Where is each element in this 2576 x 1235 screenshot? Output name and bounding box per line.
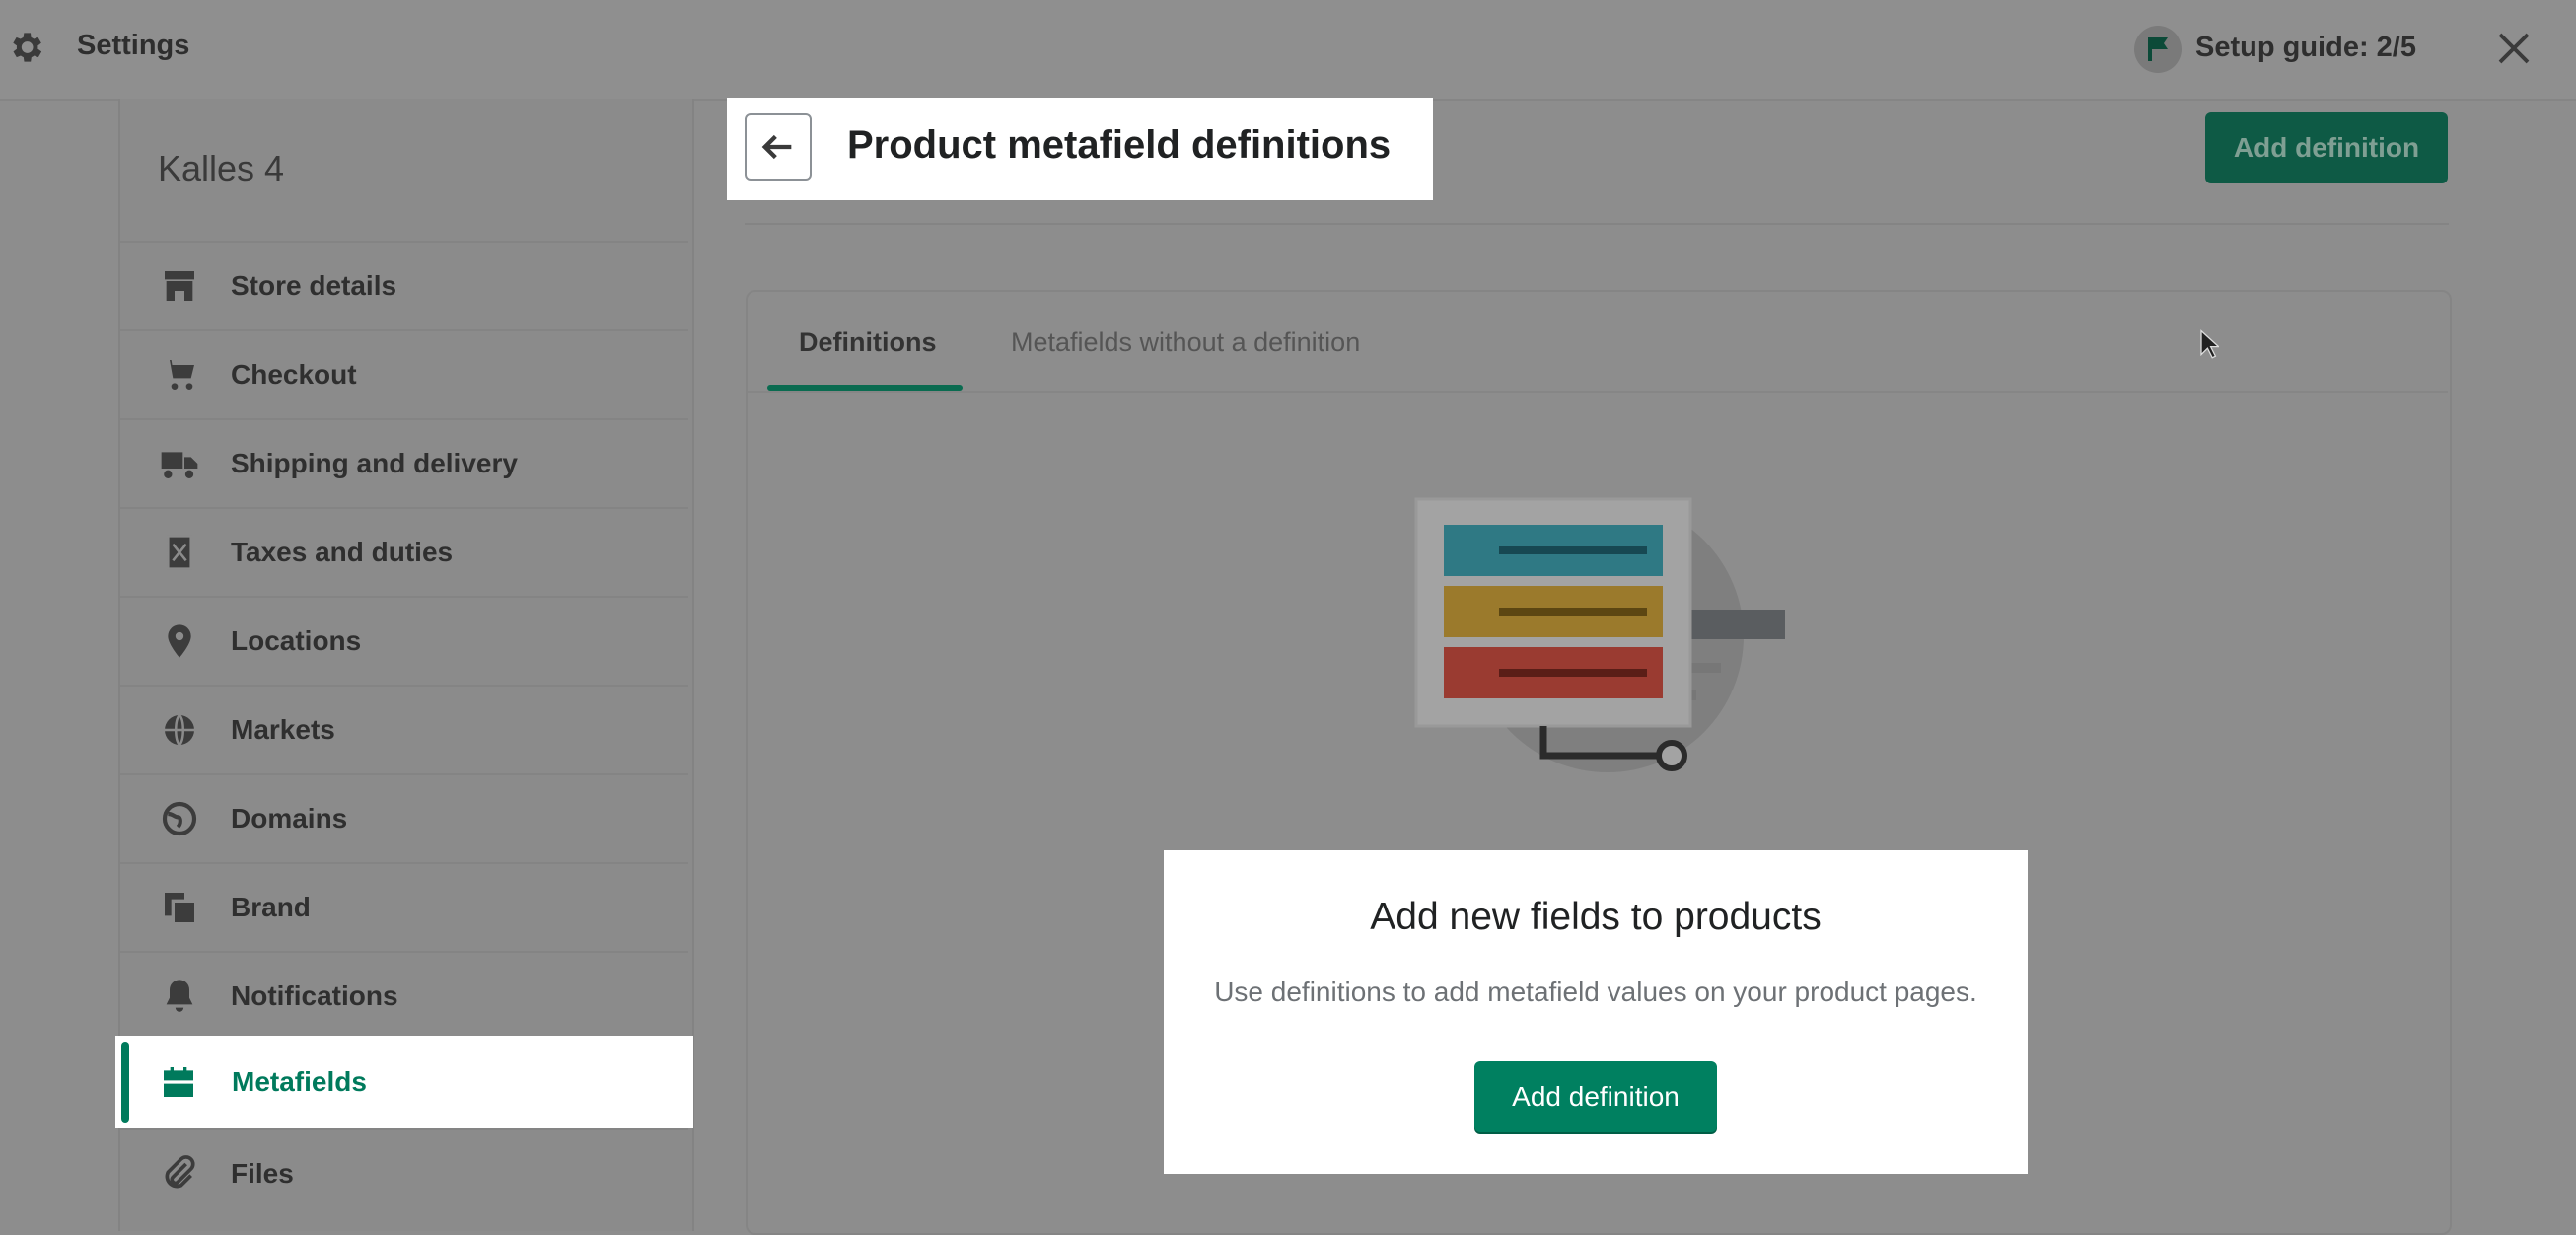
sidebar-item-label: Markets xyxy=(231,714,335,745)
paperclip-icon xyxy=(165,1155,195,1189)
sidebar-item-label: Metafields xyxy=(232,1066,367,1097)
sidebar-item-shipping[interactable]: Shipping and delivery xyxy=(120,418,688,507)
empty-state-description: Use definitions to add metafield values … xyxy=(1214,977,1977,1007)
divider xyxy=(745,223,2449,225)
location-pin-icon xyxy=(168,624,191,658)
metafields-icon xyxy=(164,1067,193,1097)
store-name: Kalles 4 xyxy=(158,148,285,188)
sidebar-item-label: Checkout xyxy=(231,359,357,390)
page-title: Product metafield definitions xyxy=(847,123,1392,167)
sidebar-item-locations[interactable]: Locations xyxy=(120,596,688,685)
sidebar-item-brand[interactable]: Brand xyxy=(120,862,688,951)
sidebar-item-label: Files xyxy=(231,1158,294,1189)
sidebar-item-checkout[interactable]: Checkout xyxy=(120,329,688,418)
page-header: Product metafield definitions xyxy=(727,98,1433,200)
empty-state: Add new fields to products Use definitio… xyxy=(1164,850,2028,1174)
globe-icon xyxy=(165,714,194,746)
sidebar-item-metafields[interactable]: Metafields xyxy=(115,1036,693,1128)
sidebar-item-markets[interactable]: Markets xyxy=(120,685,688,773)
add-definition-button[interactable]: Add definition xyxy=(2205,112,2448,183)
sidebar-item-domains[interactable]: Domains xyxy=(120,773,688,862)
sidebar-item-label: Shipping and delivery xyxy=(231,448,518,478)
settings-title: Settings xyxy=(77,30,190,61)
empty-state-heading: Add new fields to products xyxy=(1370,896,1822,938)
sidebar-item-label: Store details xyxy=(231,270,397,301)
sidebar-item-store-details[interactable]: Store details xyxy=(120,241,688,329)
back-button[interactable] xyxy=(745,113,812,181)
setup-guide-label[interactable]: Setup guide: 2/5 xyxy=(2195,32,2416,64)
sidebar-item-label: Notifications xyxy=(231,981,398,1011)
store-icon xyxy=(165,271,194,301)
tab-metafields-without-definition[interactable]: Metafields without a definition xyxy=(1011,327,1360,358)
tabs-divider xyxy=(748,391,2448,393)
active-indicator xyxy=(121,1042,129,1123)
top-bar: Settings Setup guide: 2/5 xyxy=(0,0,2576,101)
tab-definitions[interactable]: Definitions xyxy=(799,327,937,358)
globe-icon xyxy=(162,801,197,836)
sidebar-item-notifications[interactable]: Notifications xyxy=(120,951,688,1040)
mouse-cursor-icon xyxy=(2200,329,2219,359)
cart-icon xyxy=(163,360,194,390)
bell-icon xyxy=(166,980,193,1012)
sidebar-item-label: Brand xyxy=(231,892,311,922)
sidebar-item-label: Locations xyxy=(231,625,362,656)
receipt-icon xyxy=(167,535,192,570)
brand-icon xyxy=(165,893,194,922)
sidebar-item-label: Taxes and duties xyxy=(231,537,454,567)
sidebar-item-taxes[interactable]: Taxes and duties xyxy=(120,507,688,596)
sidebar-item-label: Domains xyxy=(231,803,348,834)
close-icon[interactable] xyxy=(2493,28,2535,69)
arrow-left-icon xyxy=(761,134,792,160)
truck-icon xyxy=(161,452,198,478)
sidebar-item-files[interactable]: Files xyxy=(120,1128,688,1217)
add-definition-button[interactable]: Add definition xyxy=(1474,1061,1717,1132)
metafields-illustration xyxy=(1414,497,1785,772)
setup-guide-flag-icon[interactable] xyxy=(2134,26,2182,73)
gear-icon xyxy=(13,33,42,62)
